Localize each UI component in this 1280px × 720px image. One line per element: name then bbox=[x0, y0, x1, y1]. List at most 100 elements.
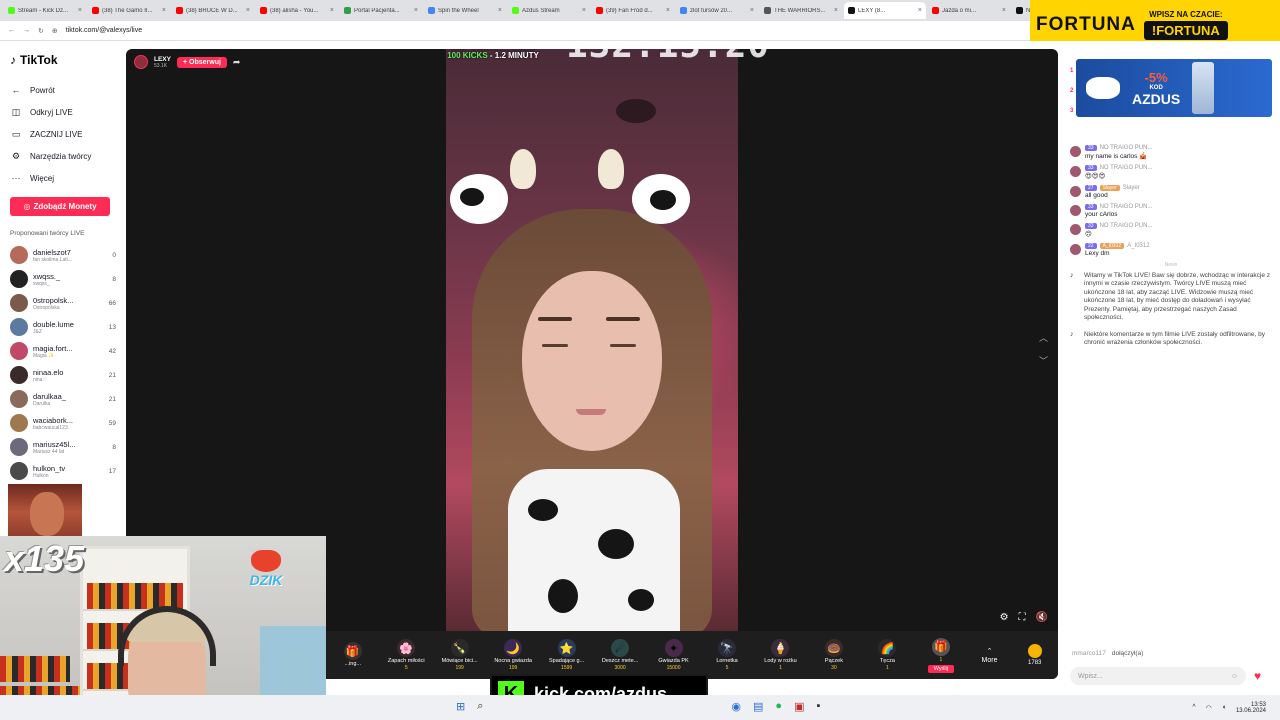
chat-message[interactable]: 33 NO TRAIGO PUN... your cArlos bbox=[1070, 204, 1272, 218]
tab-close-icon[interactable]: × bbox=[414, 7, 418, 14]
browser-tab[interactable]: (38) BRUCE W D... × bbox=[172, 2, 254, 19]
tab-close-icon[interactable]: × bbox=[246, 7, 250, 14]
tab-close-icon[interactable]: × bbox=[750, 7, 754, 14]
browser-tab[interactable]: THE WARRIORS... × bbox=[760, 2, 842, 19]
gift-item[interactable]: 🍾 Mówiące bici... 199 bbox=[433, 639, 486, 671]
host-avatar[interactable] bbox=[134, 55, 148, 69]
chevron-up-icon[interactable]: ︿ bbox=[1039, 331, 1048, 344]
chat-message[interactable]: 33 NO TRAIGO PUN... my name is carlos 🎪 bbox=[1070, 145, 1272, 160]
chat-username[interactable]: NO TRAIGO PUN... bbox=[1100, 145, 1153, 151]
gift-item[interactable]: ✦ Gwiazda PK 15000 bbox=[647, 639, 700, 671]
tab-close-icon[interactable]: × bbox=[834, 7, 838, 14]
coin-balance-button[interactable]: 1783 bbox=[1011, 644, 1058, 666]
clock[interactable]: 13:53 13.06.2024 bbox=[1236, 702, 1266, 714]
tab-close-icon[interactable]: × bbox=[498, 7, 502, 14]
gift-item[interactable]: 🌙 Nocna gwiazda 199 bbox=[486, 639, 539, 671]
browser-tab[interactable]: Stream - Kick Dz... × bbox=[4, 2, 86, 19]
emoji-icon[interactable]: ☺ bbox=[1231, 673, 1238, 680]
gift-item[interactable]: 🍩 Pączek 30 bbox=[807, 639, 860, 671]
tab-close-icon[interactable]: × bbox=[1002, 7, 1006, 14]
browser-tab[interactable]: Azdus Stream × bbox=[508, 2, 590, 19]
reload-icon[interactable]: ↻ bbox=[38, 27, 44, 35]
gift-item[interactable]: 🎁 ...ing... bbox=[326, 642, 379, 668]
creator-item[interactable]: ninaa.elo nina♡ 21 bbox=[10, 363, 116, 387]
share-icon[interactable]: ➦ bbox=[233, 57, 241, 68]
chat-message[interactable]: 33 NO TRAIGO PUN... 😍😍😍 bbox=[1070, 165, 1272, 180]
tab-close-icon[interactable]: × bbox=[330, 7, 334, 14]
tab-close-icon[interactable]: × bbox=[582, 7, 586, 14]
gift-item[interactable]: 🌈 Tęcza 1 bbox=[861, 639, 914, 671]
browser-tab[interactable]: (38) alisha - You... × bbox=[256, 2, 338, 19]
forward-arrow-icon[interactable]: → bbox=[23, 27, 30, 34]
mute-icon[interactable]: 🔇 bbox=[1036, 612, 1048, 623]
browser-tab[interactable]: Jazda o mi... × bbox=[928, 2, 1010, 19]
gift-item[interactable]: 🌸 Zapach miłości 5 bbox=[379, 639, 432, 671]
gift-item[interactable]: 🔭 Lornetka 5 bbox=[700, 639, 753, 671]
chat-input[interactable]: Wpisz... ☺ bbox=[1070, 667, 1246, 685]
sidebar-nav-item[interactable]: ⚙ Narzędzia twórcy bbox=[10, 145, 116, 167]
browser-tab[interactable]: (38) The Gamo II... × bbox=[88, 2, 170, 19]
creator-item[interactable]: hulkon_tv Hulkon 17 bbox=[10, 459, 116, 483]
windows-start-icon[interactable]: ⊞ bbox=[456, 700, 465, 713]
chevron-down-icon[interactable]: ﹀ bbox=[1039, 354, 1048, 367]
creator-item[interactable]: xwqss._ xwqss_ 8 bbox=[10, 267, 116, 291]
more-gifts-button[interactable]: ⌃ More bbox=[968, 647, 1012, 664]
browser-tab[interactable]: LEXY (8... × bbox=[844, 2, 926, 19]
chat-message[interactable]: 33 NO TRAIGO PUN... 🙃 bbox=[1070, 223, 1272, 238]
explorer-icon[interactable]: ▤ bbox=[753, 700, 763, 713]
sidebar-nav-item[interactable]: ··· Więcej bbox=[10, 167, 116, 189]
back-arrow-icon[interactable]: ← bbox=[8, 27, 15, 34]
chat-user-avatar[interactable] bbox=[1070, 205, 1081, 216]
selected-gift[interactable]: 🎁 1 Wyślij bbox=[914, 637, 967, 673]
chat-user-avatar[interactable] bbox=[1070, 166, 1081, 177]
creator-item[interactable]: double.lume J&Z 13 bbox=[10, 315, 116, 339]
tab-close-icon[interactable]: × bbox=[918, 7, 922, 14]
tray-chevron-icon[interactable]: ^ bbox=[1192, 704, 1195, 711]
creator-item[interactable]: darulkaa_ Darulka 21 bbox=[10, 387, 116, 411]
chat-username[interactable]: NO TRAIGO PUN... bbox=[1100, 223, 1153, 229]
chat-username[interactable]: NO TRAIGO PUN... bbox=[1100, 204, 1153, 210]
joined-username[interactable]: mmarco117 bbox=[1072, 650, 1106, 657]
chat-user-avatar[interactable] bbox=[1070, 186, 1081, 197]
back-link[interactable]: ← Powrót bbox=[10, 79, 116, 101]
chat-username[interactable]: A_I0312 bbox=[1127, 243, 1149, 249]
terminal-icon[interactable]: ▪ bbox=[816, 700, 820, 713]
chat-message[interactable]: 27 Slayer Slayer all good bbox=[1070, 185, 1272, 199]
fullscreen-icon[interactable]: ⛶ bbox=[1019, 612, 1026, 623]
chat-username[interactable]: Slayer bbox=[1123, 185, 1140, 191]
chrome-icon[interactable]: ◉ bbox=[731, 700, 741, 713]
chat-user-avatar[interactable] bbox=[1070, 244, 1081, 255]
chat-username[interactable]: NO TRAIGO PUN... bbox=[1100, 165, 1153, 171]
browser-tab[interactable]: (39) Fan Frod d... × bbox=[592, 2, 674, 19]
sidebar-nav-item[interactable]: ▭ ZACZNIJ LIVE bbox=[10, 123, 116, 145]
wifi-icon[interactable]: ◠ bbox=[1206, 704, 1212, 712]
get-coins-button[interactable]: ◎ Zdobądź Monety bbox=[10, 197, 110, 216]
tiktok-logo[interactable]: ♪ TikTok bbox=[10, 53, 116, 67]
creator-item[interactable]: magia.fort... Magia ✨ 42 bbox=[10, 339, 116, 363]
chat-user-avatar[interactable] bbox=[1070, 146, 1081, 157]
gift-item[interactable]: ☄ Deszcz mete... 3000 bbox=[593, 639, 646, 671]
volume-icon[interactable]: ◖ bbox=[1222, 704, 1226, 711]
send-gift-button[interactable]: Wyślij bbox=[927, 664, 955, 673]
creator-item[interactable]: 0stropolsk... Ostropolska 66 bbox=[10, 291, 116, 315]
tab-close-icon[interactable]: × bbox=[666, 7, 670, 14]
creator-item[interactable]: danielszot7 fan skolima Lati... 0 bbox=[10, 243, 116, 267]
gift-item[interactable]: ⭐ Spadające g... 1599 bbox=[540, 639, 593, 671]
address-url[interactable]: tiktok.com/@valexys/live bbox=[66, 27, 142, 34]
sidebar-nav-item[interactable]: ◫ Odkryj LIVE bbox=[10, 101, 116, 123]
gift-item[interactable]: 🍦 Lody w rożku 1 bbox=[754, 639, 807, 671]
host-name[interactable]: LEXY bbox=[154, 56, 171, 63]
spotify-icon[interactable]: ● bbox=[775, 700, 782, 713]
chat-message[interactable]: 22 A_I0312 A_I0312 Lexy dm bbox=[1070, 243, 1272, 257]
address-bar[interactable]: ← → ↻ ⊕ tiktok.com/@valexys/live bbox=[0, 21, 1030, 41]
creator-item[interactable]: waciabork... babcwaucal123 59 bbox=[10, 411, 116, 435]
settings-gear-icon[interactable]: ⚙ bbox=[1000, 612, 1009, 623]
heart-icon[interactable]: ♥ bbox=[1254, 669, 1261, 683]
browser-tab[interactable]: zlot fursów 20... × bbox=[676, 2, 758, 19]
creator-item[interactable]: mariusz45l... Mariusz 44 lat 8 bbox=[10, 435, 116, 459]
search-icon[interactable]: ⌕ bbox=[477, 700, 483, 713]
tab-close-icon[interactable]: × bbox=[162, 7, 166, 14]
browser-tab[interactable]: Portal Pacjenta... × bbox=[340, 2, 422, 19]
tab-close-icon[interactable]: × bbox=[78, 7, 82, 14]
site-info-icon[interactable]: ⊕ bbox=[52, 27, 58, 35]
